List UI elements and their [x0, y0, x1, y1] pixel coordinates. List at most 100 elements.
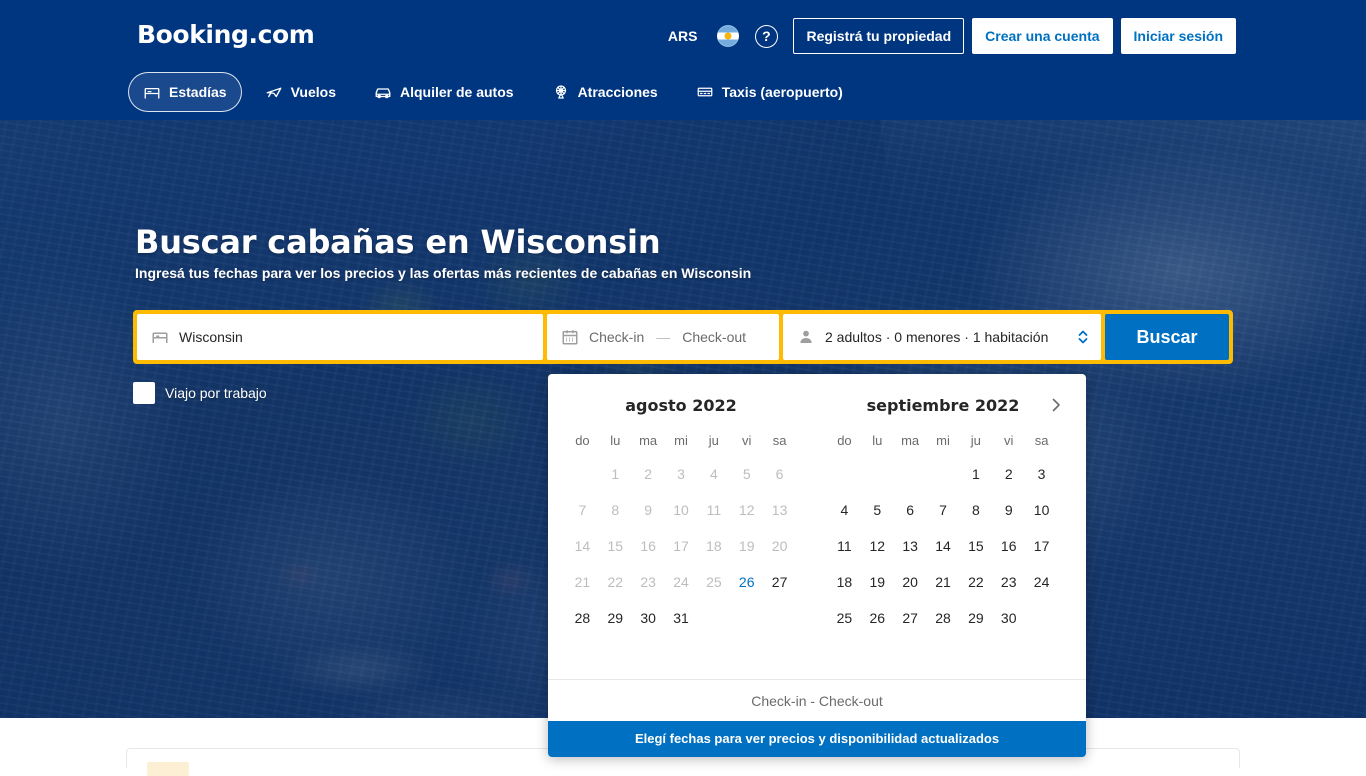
weekday-label: sa — [1034, 433, 1049, 448]
calendar-day[interactable]: 7 — [927, 494, 960, 526]
nav-item-taxis-aeropuerto[interactable]: Taxis (aeropuerto) — [681, 72, 858, 112]
weekday-label: ma — [901, 433, 920, 448]
bed-icon — [151, 328, 169, 346]
weekday-label: mi — [936, 433, 950, 448]
calendar-banner[interactable]: Elegí fechas para ver precios y disponib… — [548, 721, 1086, 757]
calendar-day: 15 — [607, 538, 624, 554]
calendar-day[interactable]: 9 — [992, 494, 1025, 526]
content-chip — [147, 762, 189, 776]
dates-input[interactable]: Check-in — Check-out — [547, 314, 779, 360]
signin-button[interactable]: Iniciar sesión — [1120, 18, 1236, 54]
calendar-day: 17 — [673, 538, 689, 554]
occupancy-value: 2 adultos · 0 menores · 1 habitación — [825, 329, 1049, 345]
nav-item-atracciones[interactable]: Atracciones — [537, 72, 673, 112]
page-title: Buscar cabañas en Wisconsin — [135, 223, 661, 261]
calendar-cell-empty — [927, 458, 960, 490]
calendar-day[interactable]: 19 — [861, 566, 894, 598]
nav-item-alquiler-de-autos[interactable]: Alquiler de autos — [359, 72, 529, 112]
calendar-day: 23 — [640, 574, 656, 590]
calendar-day[interactable]: 15 — [959, 530, 992, 562]
currency-selector[interactable]: ARS — [656, 17, 710, 55]
calendar-day[interactable]: 4 — [828, 494, 861, 526]
calendar-day: 8 — [611, 502, 620, 518]
primary-nav: Estadías Vuelos Alquiler de autos Atraccion… — [128, 72, 858, 112]
checkout-label: Check-out — [682, 329, 747, 345]
calendar-day[interactable]: 29 — [959, 602, 992, 634]
calendar-day: 2 — [644, 466, 653, 482]
month-title-1: agosto 2022 — [625, 395, 737, 415]
calendar-day[interactable]: 25 — [828, 602, 861, 634]
weekday-label: ju — [708, 433, 719, 448]
argentina-flag-icon — [717, 25, 740, 47]
calendar-day[interactable]: 3 — [1025, 458, 1058, 490]
search-bar: Wisconsin Check-in — Check-out 2 adultos… — [133, 310, 1233, 364]
calendar-day[interactable]: 26 — [861, 602, 894, 634]
calendar-day[interactable]: 18 — [828, 566, 861, 598]
chevron-updown-icon[interactable] — [1077, 329, 1089, 345]
calendar-day[interactable]: 22 — [959, 566, 992, 598]
calendar-day[interactable]: 13 — [894, 530, 927, 562]
calendar-day: 25 — [706, 574, 722, 590]
language-selector[interactable] — [709, 17, 747, 55]
calendar-day: 18 — [706, 538, 722, 554]
nav-item-estad-as[interactable]: Estadías — [128, 72, 242, 112]
calendar-day[interactable]: 28 — [927, 602, 960, 634]
checkbox-box[interactable] — [133, 382, 155, 404]
calendar-day[interactable]: 30 — [992, 602, 1025, 634]
weekday-label: do — [837, 433, 852, 448]
business-travel-checkbox[interactable]: Viajo por trabajo — [133, 382, 267, 404]
weekday-label: sa — [772, 433, 787, 448]
weekday-label: lu — [872, 433, 883, 448]
calendar-day[interactable]: 31 — [665, 602, 698, 634]
nav-item-label: Taxis (aeropuerto) — [721, 84, 843, 100]
calendar-day[interactable]: 10 — [1025, 494, 1058, 526]
destination-input[interactable]: Wisconsin — [137, 314, 543, 360]
calendar-day[interactable]: 30 — [632, 602, 665, 634]
calendar-day[interactable]: 23 — [992, 566, 1025, 598]
calendar-day[interactable]: 26 — [730, 566, 763, 598]
calendar-day[interactable]: 5 — [861, 494, 894, 526]
calendar-day[interactable]: 24 — [1025, 566, 1058, 598]
calendar-day[interactable]: 16 — [992, 530, 1025, 562]
date-picker-popup: agosto 2022 septiembre 2022 do lu ma mi ju vi… — [548, 374, 1086, 757]
weekday-label: vi — [742, 433, 752, 448]
help-button[interactable]: ? — [747, 17, 785, 55]
calendar-day[interactable]: 14 — [927, 530, 960, 562]
calendar-cell-empty — [828, 458, 861, 490]
chevron-right-icon[interactable] — [1044, 393, 1068, 417]
calendar-day[interactable]: 28 — [566, 602, 599, 634]
calendar-day[interactable]: 21 — [927, 566, 960, 598]
calendar-day[interactable]: 1 — [959, 458, 992, 490]
calendar-day: 12 — [738, 502, 755, 518]
calendar-day[interactable]: 12 — [861, 530, 894, 562]
plane-icon — [265, 83, 283, 101]
person-icon — [797, 328, 815, 346]
taxi-icon — [696, 83, 714, 101]
occupancy-input[interactable]: 2 adultos · 0 menores · 1 habitación — [783, 314, 1101, 360]
help-circle-icon: ? — [754, 24, 778, 48]
calendar-day[interactable]: 27 — [894, 602, 927, 634]
calendar-day[interactable]: 6 — [894, 494, 927, 526]
calendar-day: 10 — [673, 502, 689, 518]
calendar-day: 11 — [706, 502, 722, 518]
calendar-grid: 1 2 3 4 5 6 7 8 9 10 11 12 13 14 15 16 17 18 19 20 21 22 23 24 2… — [828, 458, 1058, 634]
calendar-day[interactable]: 17 — [1025, 530, 1058, 562]
calendar-day: 21 — [574, 574, 591, 590]
nav-item-vuelos[interactable]: Vuelos — [250, 72, 351, 112]
ferris-wheel-icon — [552, 83, 570, 101]
bed-icon — [143, 83, 161, 101]
nav-item-label: Atracciones — [577, 84, 658, 100]
calendar-day[interactable]: 20 — [894, 566, 927, 598]
register-button[interactable]: Crear una cuenta — [972, 18, 1113, 54]
search-button[interactable]: Buscar — [1105, 314, 1229, 360]
calendar-day[interactable]: 2 — [992, 458, 1025, 490]
weekday-header-row: do lu ma mi ju vi sa — [828, 430, 1058, 452]
list-property-button[interactable]: Registrá tu propiedad — [793, 18, 965, 54]
calendar-day[interactable]: 8 — [959, 494, 992, 526]
dates-separator: — — [656, 329, 671, 345]
calendar-day[interactable]: 29 — [599, 602, 632, 634]
calendar-day[interactable]: 11 — [828, 530, 861, 562]
weekday-label: lu — [610, 433, 621, 448]
calendar-day[interactable]: 27 — [763, 566, 796, 598]
booking-logo[interactable]: Booking.com — [137, 20, 315, 50]
